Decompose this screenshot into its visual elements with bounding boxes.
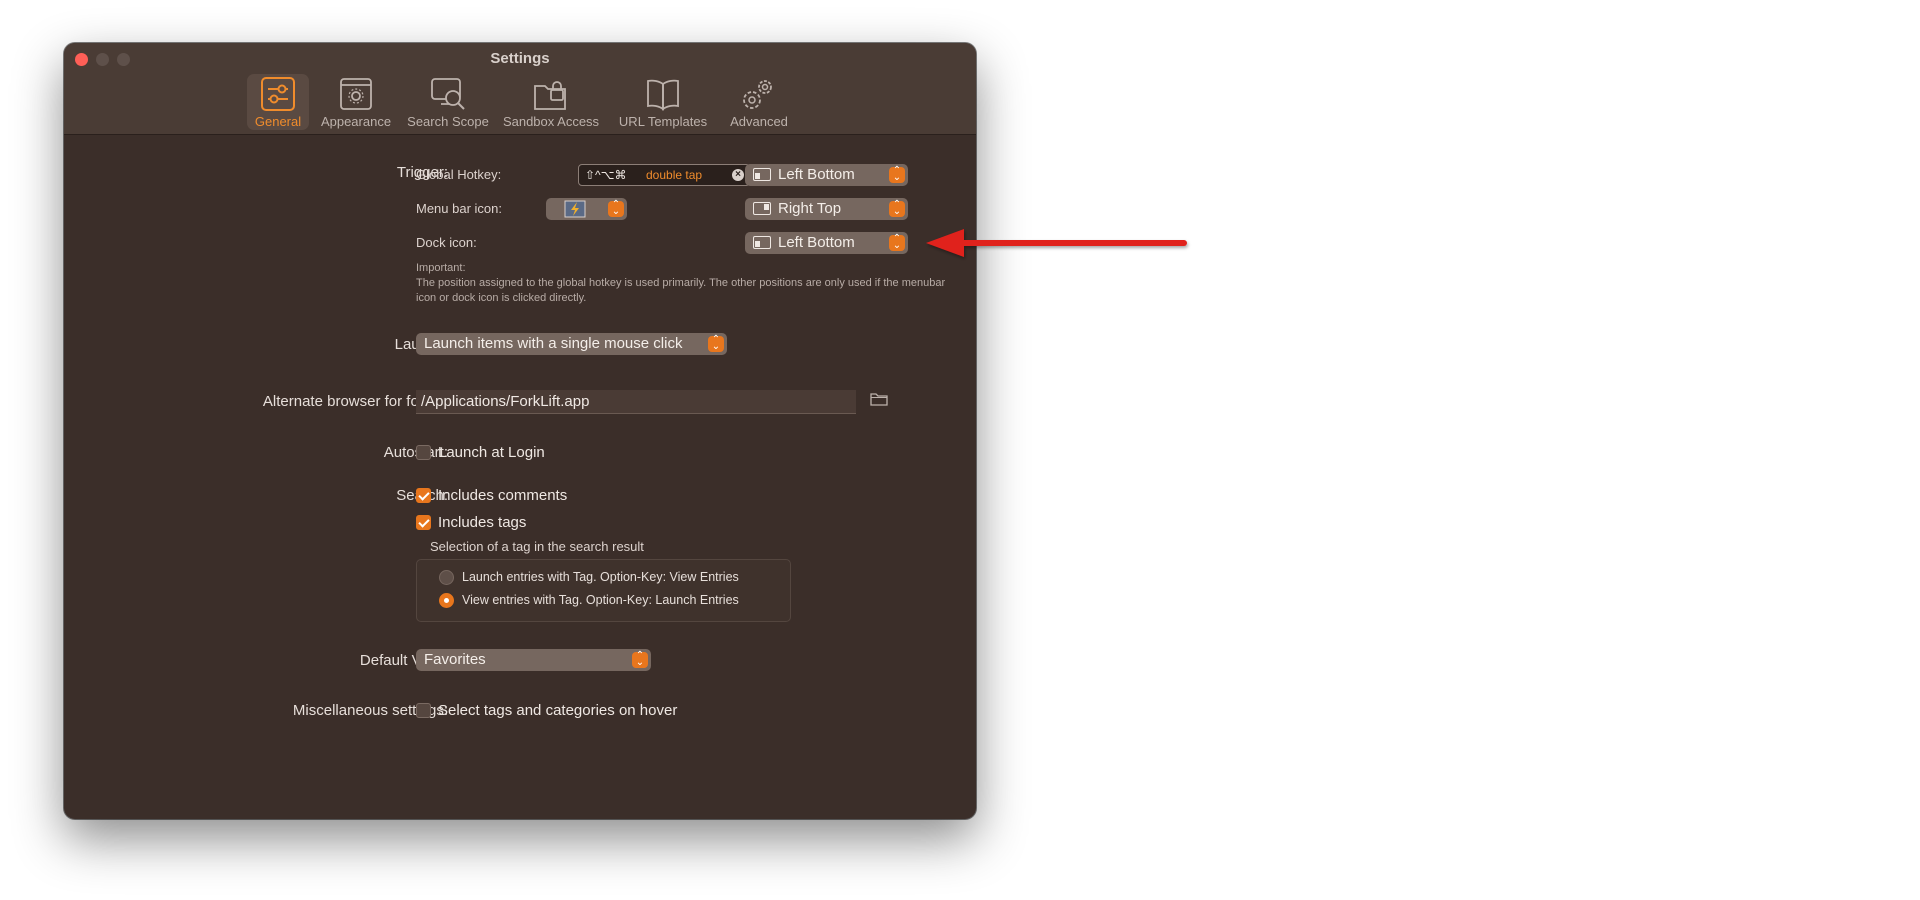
left-bottom-icon	[753, 236, 771, 249]
tag-selection-group: Launch entries with Tag. Option-Key: Vie…	[416, 559, 791, 622]
clear-hotkey-icon[interactable]: ×	[732, 169, 744, 181]
search-scope-icon	[431, 78, 465, 110]
title-bar: Settings General Appearance Search Scope…	[64, 43, 976, 135]
global-hotkey-label: Global Hotkey:	[416, 167, 502, 182]
chevron-updown-icon: ⌃ ⌄	[632, 651, 648, 668]
sliders-icon	[261, 77, 295, 111]
tab-label: Sandbox Access	[502, 114, 600, 129]
tab-label: General	[254, 114, 302, 129]
tab-label: URL Templates	[618, 114, 708, 129]
launch-popup[interactable]: Launch items with a single mouse click ⌃…	[416, 333, 727, 355]
tab-general[interactable]: General	[247, 74, 309, 130]
menu-bar-position-value: Right Top	[778, 200, 842, 217]
dock-position-value: Left Bottom	[778, 234, 855, 251]
includes-tags-label: Includes tags	[438, 514, 527, 531]
global-hotkey-field[interactable]: ⇧^⌥⌘ double tap ×	[578, 164, 750, 186]
includes-tags-checkbox[interactable]	[416, 515, 431, 530]
launch-at-login-checkbox[interactable]	[416, 445, 431, 460]
note-body: The position assigned to the global hotk…	[416, 277, 946, 304]
hotkey-tap: double tap	[646, 168, 703, 182]
launch-entries-radio[interactable]	[439, 570, 454, 585]
note-title: Important:	[416, 262, 466, 274]
dock-icon-label: Dock icon:	[416, 235, 477, 250]
chevron-updown-icon: ⌃ ⌄	[889, 200, 905, 217]
hotkey-position-value: Left Bottom	[778, 166, 855, 183]
annotation-arrow-icon	[926, 229, 1187, 257]
tag-selection-title: Selection of a tag in the search result	[430, 539, 644, 554]
tab-label: Advanced	[730, 114, 788, 129]
includes-comments-label: Includes comments	[438, 487, 568, 504]
chevron-updown-icon: ⌃ ⌄	[889, 234, 905, 251]
tab-sandbox-access[interactable]: Sandbox Access	[501, 74, 601, 130]
default-view-popup[interactable]: Favorites ⌃ ⌄	[416, 649, 651, 671]
hover-select-checkbox[interactable]	[416, 703, 431, 718]
alternate-browser-field[interactable]: /Applications/ForkLift.app	[416, 390, 856, 414]
tab-label: Appearance	[320, 114, 392, 129]
chevron-updown-icon: ⌃ ⌄	[608, 200, 624, 217]
menu-bar-icon-label: Menu bar icon:	[416, 201, 502, 216]
appearance-icon	[340, 78, 372, 110]
important-note: Important: The position assigned to the …	[416, 261, 946, 306]
menu-bar-icon-popup[interactable]: ⌃ ⌄	[546, 198, 627, 220]
tab-search-scope[interactable]: Search Scope	[405, 74, 491, 130]
view-entries-radio[interactable]	[439, 593, 454, 608]
hover-select-label: Select tags and categories on hover	[438, 702, 678, 719]
includes-comments-checkbox[interactable]	[416, 488, 431, 503]
tab-appearance[interactable]: Appearance	[318, 74, 394, 130]
tab-label: Search Scope	[407, 114, 489, 129]
view-entries-label: View entries with Tag. Option-Key: Launc…	[462, 593, 739, 607]
tab-advanced[interactable]: Advanced	[722, 74, 796, 130]
menu-bar-position-popup[interactable]: Right Top ⌃ ⌄	[745, 198, 908, 220]
gears-icon	[743, 80, 772, 109]
lightning-icon	[564, 200, 586, 218]
settings-window: Settings General Appearance Search Scope…	[64, 43, 976, 819]
right-top-icon	[753, 202, 771, 215]
book-icon	[647, 79, 679, 111]
left-bottom-icon	[753, 168, 771, 181]
chevron-updown-icon: ⌃ ⌄	[708, 335, 724, 352]
folder-icon[interactable]	[870, 392, 888, 406]
dock-position-popup[interactable]: Left Bottom ⌃ ⌄	[745, 232, 908, 254]
hotkey-position-popup[interactable]: Left Bottom ⌃ ⌄	[745, 164, 908, 186]
launch-entries-label: Launch entries with Tag. Option-Key: Vie…	[462, 570, 739, 584]
default-view-value: Favorites	[424, 651, 486, 668]
hotkey-keys: ⇧^⌥⌘	[585, 168, 627, 182]
lock-folder-icon	[534, 81, 566, 110]
chevron-updown-icon: ⌃ ⌄	[889, 166, 905, 183]
window-title: Settings	[490, 50, 550, 67]
launch-at-login-label: Launch at Login	[438, 444, 545, 461]
launch-value: Launch items with a single mouse click	[424, 335, 683, 352]
tab-url-templates[interactable]: URL Templates	[615, 74, 711, 130]
